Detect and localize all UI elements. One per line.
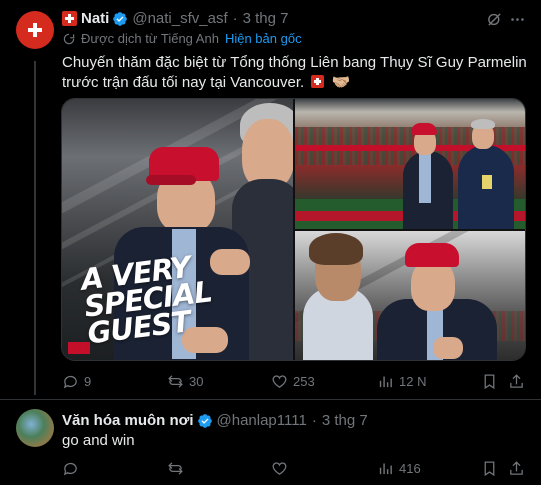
reply-text: go and win — [62, 432, 135, 449]
photo-special-guest[interactable]: A VERY SPECIAL GUEST — [62, 99, 293, 360]
views-chart-icon — [379, 463, 392, 475]
reply-count: 9 — [84, 374, 92, 389]
reply-timestamp[interactable]: 3 thg 7 — [322, 412, 368, 429]
swiss-flag-emoji-icon — [311, 75, 325, 88]
like-button[interactable]: 253 — [271, 373, 315, 390]
reply-icon — [63, 375, 77, 389]
views-count: 12 N — [399, 374, 427, 389]
reply-display-name[interactable]: Văn hóa muôn nơi — [62, 412, 194, 429]
views-button-2[interactable]: 416 — [377, 460, 421, 477]
reply-header: Văn hóa muôn nơi @hanlap1111 · 3 thg 7 — [62, 412, 368, 429]
share-button[interactable] — [508, 373, 525, 390]
views-count-2: 416 — [399, 461, 421, 476]
reply-button[interactable]: 9 — [62, 373, 91, 390]
swiss-cross-icon — [28, 23, 42, 37]
views-button[interactable]: 12 N — [377, 373, 426, 390]
share-button-2[interactable] — [508, 460, 525, 477]
more-options-icon[interactable] — [507, 9, 527, 29]
tweet-header: Nati @nati_sfv_asf · 3 thg 7 — [62, 10, 289, 27]
repost-button-2[interactable] — [167, 460, 184, 477]
avatar-nati[interactable] — [16, 11, 54, 49]
photo-coach-meeting[interactable] — [295, 231, 525, 360]
repost-icon — [168, 375, 183, 388]
repost-icon — [168, 462, 183, 475]
media-grid: A VERY SPECIAL GUEST — [61, 98, 526, 361]
thread-line — [34, 61, 36, 395]
reply-button-2[interactable] — [62, 460, 79, 477]
tweet-nati[interactable]: Nati @nati_sfv_asf · 3 thg 7 Được dịch t… — [0, 0, 541, 398]
tweet-text: Chuyến thăm đặc biệt từ Tổng thống Liên … — [62, 53, 532, 93]
timestamp[interactable]: 3 thg 7 — [243, 10, 289, 27]
bookmark-icon — [484, 461, 495, 477]
bookmark-button-2[interactable] — [481, 460, 498, 477]
photo-pitch-walk[interactable] — [295, 99, 525, 229]
dot-separator: · — [311, 412, 317, 429]
show-original-link[interactable]: Hiện bản gốc — [225, 31, 302, 46]
views-chart-icon — [379, 376, 392, 388]
reply-icon — [63, 462, 77, 476]
translation-notice: Được dịch từ Tiếng Anh Hiện bản gốc — [62, 31, 302, 46]
verified-badge-icon — [113, 11, 128, 26]
grok-icon[interactable] — [484, 9, 504, 29]
reply-handle[interactable]: @hanlap1111 — [217, 412, 307, 429]
translate-icon — [63, 33, 75, 44]
like-count: 253 — [293, 374, 315, 389]
tweet-body: Chuyến thăm đặc biệt từ Tổng thống Liên … — [62, 54, 527, 91]
handshake-emoji: 🤝🏼 — [331, 74, 351, 91]
avatar-van-hoa[interactable] — [16, 409, 54, 447]
repost-button[interactable]: 30 — [167, 373, 203, 390]
special-guest-overlay: A VERY SPECIAL GUEST — [79, 249, 214, 351]
share-icon — [510, 374, 523, 388]
handle[interactable]: @nati_sfv_asf — [132, 10, 227, 27]
repost-count: 30 — [189, 374, 204, 389]
translated-label: Được dịch từ Tiếng Anh — [81, 31, 219, 46]
swiss-flag-icon — [62, 11, 77, 26]
display-name[interactable]: Nati — [81, 10, 109, 27]
dot-separator: · — [232, 10, 238, 27]
bookmark-button[interactable] — [481, 373, 498, 390]
heart-icon — [272, 375, 287, 388]
like-button-2[interactable] — [271, 460, 288, 477]
bookmark-icon — [484, 374, 495, 390]
heart-icon — [272, 462, 287, 475]
share-icon — [510, 461, 523, 475]
verified-badge-icon — [197, 413, 212, 428]
